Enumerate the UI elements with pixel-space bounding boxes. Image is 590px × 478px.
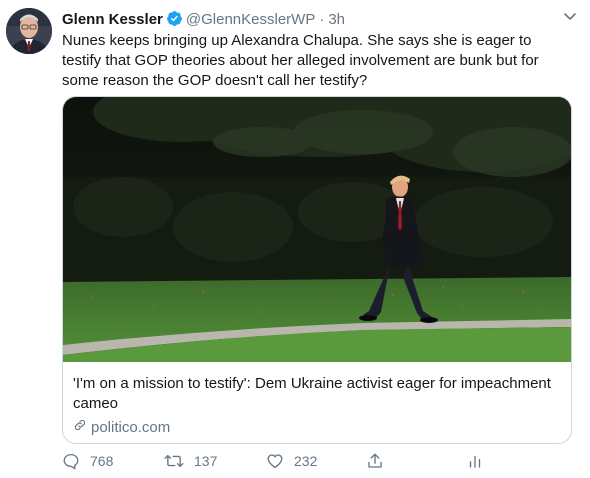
verified-badge-icon: [166, 10, 183, 31]
card-body: 'I'm on a mission to testify': Dem Ukrai…: [73, 374, 559, 436]
reply-count: 768: [90, 453, 114, 469]
retweet-button[interactable]: 137: [164, 452, 217, 470]
card-image[interactable]: [63, 97, 571, 362]
card-domain-label: politico.com: [91, 418, 171, 436]
like-count: 232: [294, 453, 318, 469]
avatar[interactable]: [6, 8, 52, 54]
link-card[interactable]: 'I'm on a mission to testify': Dem Ukrai…: [62, 96, 572, 444]
share-button[interactable]: [366, 452, 384, 470]
link-icon: [73, 418, 87, 436]
like-icon: [266, 452, 284, 470]
like-button[interactable]: 232: [266, 452, 317, 470]
card-title[interactable]: 'I'm on a mission to testify': Dem Ukrai…: [73, 374, 559, 414]
author-handle[interactable]: @GlennKesslerWP: [186, 11, 315, 28]
tweet-text: Nunes keeps bringing up Alexandra Chalup…: [62, 32, 539, 89]
share-icon: [366, 452, 384, 470]
separator-dot: ·: [319, 11, 325, 28]
card-domain: politico.com: [73, 418, 559, 436]
retweet-icon: [164, 452, 184, 470]
author-name[interactable]: Glenn Kessler: [62, 11, 163, 28]
timestamp[interactable]: 3h: [328, 11, 345, 28]
tweet[interactable]: Glenn Kessler @GlennKesslerWP · 3h Nunes ke…: [0, 0, 590, 478]
analytics-button[interactable]: [466, 452, 484, 470]
tweet-actions: 768 137 232: [62, 452, 532, 474]
reply-button[interactable]: 768: [62, 452, 113, 470]
tweet-header: Glenn Kessler @GlennKesslerWP · 3h: [62, 10, 580, 30]
analytics-icon: [466, 452, 484, 470]
reply-icon: [62, 452, 80, 470]
retweet-count: 137: [194, 453, 218, 469]
chevron-down-icon[interactable]: [562, 8, 578, 29]
